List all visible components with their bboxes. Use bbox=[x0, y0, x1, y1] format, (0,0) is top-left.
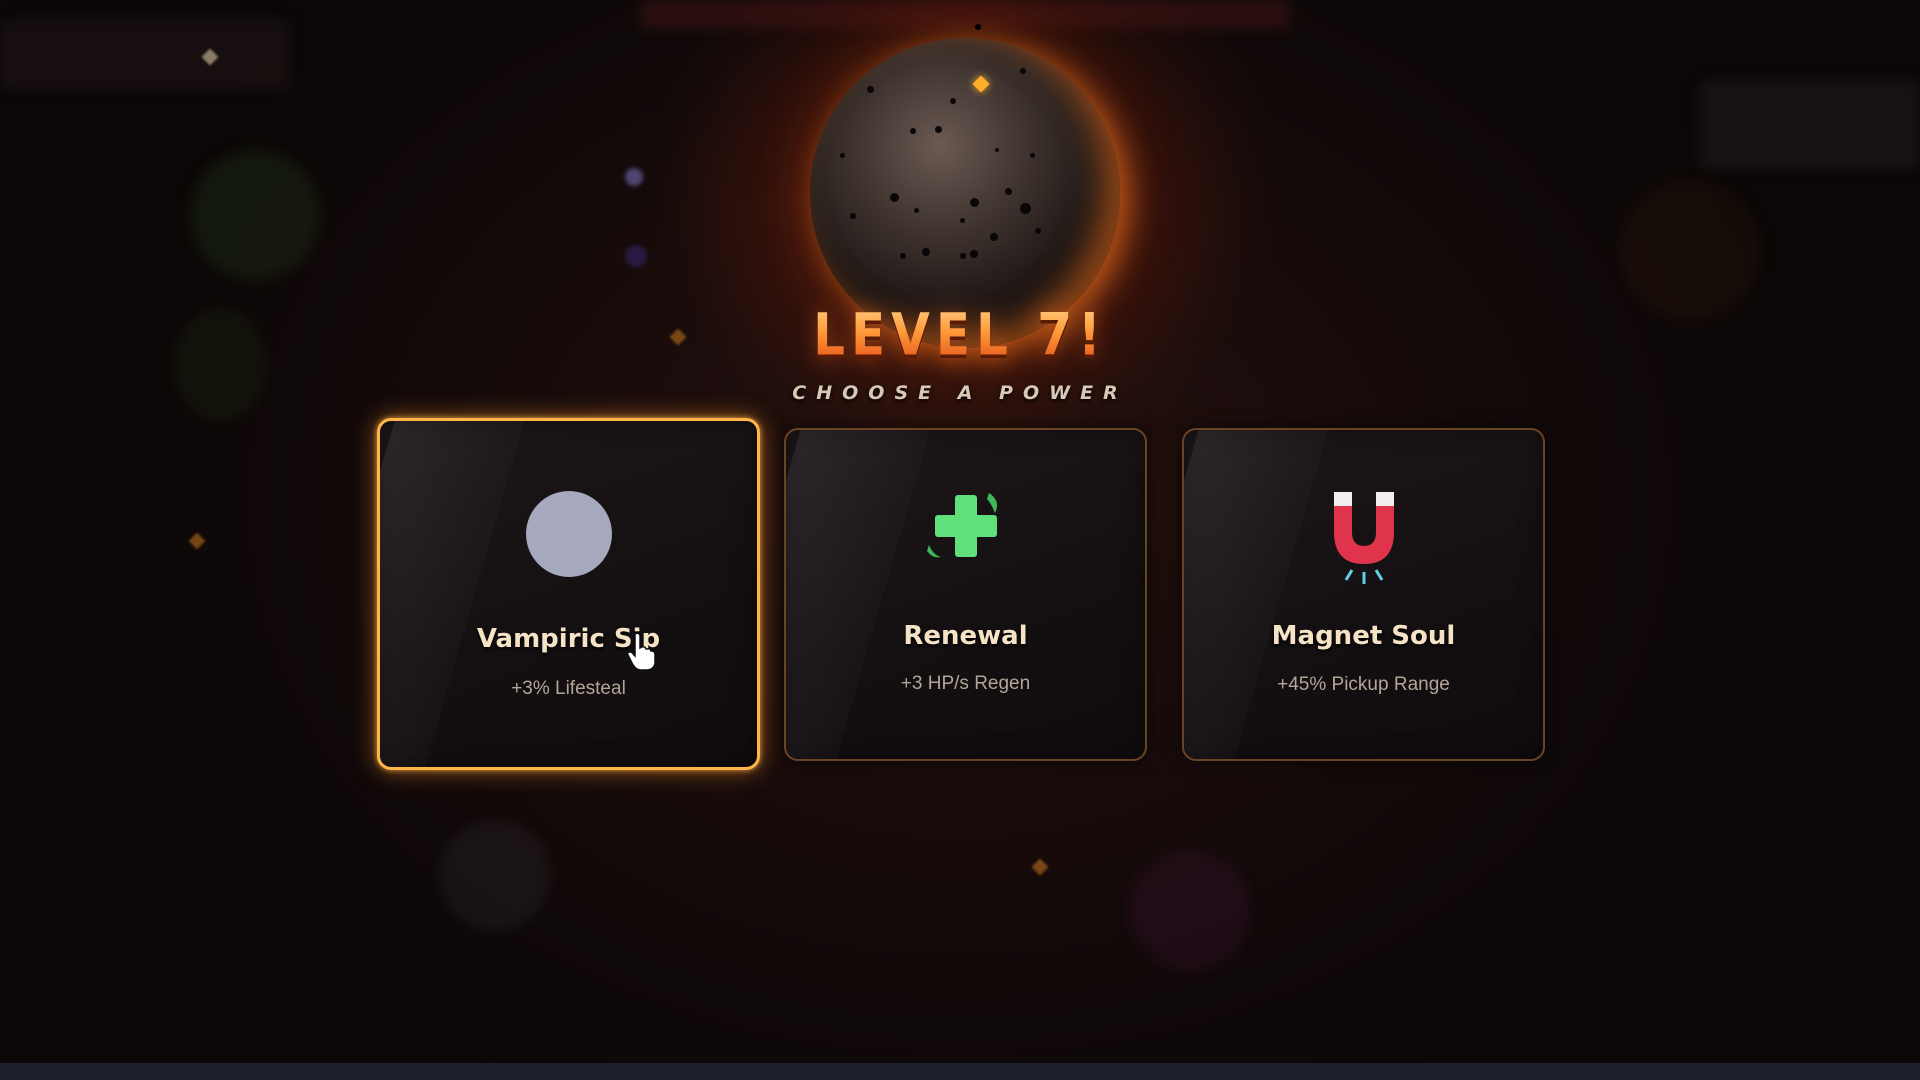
background-orb bbox=[625, 245, 647, 267]
ember-particle bbox=[188, 532, 206, 550]
background-hud-blur bbox=[0, 20, 290, 90]
power-description: +45% Pickup Range bbox=[1277, 674, 1450, 695]
background-enemy-blob bbox=[440, 820, 550, 930]
magnet-icon bbox=[1333, 492, 1394, 584]
level-up-title: LEVEL 7! bbox=[0, 302, 1920, 369]
power-description: +3 HP/s Regen bbox=[900, 673, 1031, 694]
gray-circle-icon bbox=[525, 491, 612, 577]
power-icon bbox=[380, 489, 757, 579]
power-name: Vampiric Sip bbox=[476, 624, 661, 654]
moon-spire bbox=[975, 24, 981, 30]
power-icon bbox=[1184, 486, 1543, 586]
power-name: Magnet Soul bbox=[1271, 621, 1456, 651]
power-card-vampiric-sip[interactable]: Vampiric Sip +3% Lifesteal bbox=[377, 418, 760, 770]
background-portal bbox=[1130, 850, 1250, 970]
choose-power-subtitle: CHOOSE A POWER bbox=[792, 382, 1128, 404]
background-enemy-blob bbox=[190, 150, 320, 280]
green-cross-icon bbox=[926, 493, 997, 558]
bottom-hud-bar bbox=[0, 1063, 1920, 1080]
power-card-renewal[interactable]: Renewal +3 HP/s Regen bbox=[784, 428, 1147, 761]
background-orb bbox=[625, 168, 643, 186]
power-icon bbox=[786, 482, 1145, 572]
game-stage: LEVEL 7! CHOOSE A POWER Vampiric Sip +3%… bbox=[0, 0, 1920, 1080]
power-description: +3% Lifesteal bbox=[511, 678, 626, 699]
background-hud-blur bbox=[1700, 80, 1920, 170]
power-name: Renewal bbox=[903, 621, 1028, 651]
background-glow bbox=[1620, 180, 1760, 320]
power-card-magnet-soul[interactable]: Magnet Soul +45% Pickup Range bbox=[1182, 428, 1545, 761]
hand-cursor-icon bbox=[627, 632, 656, 671]
ember-particle bbox=[1031, 858, 1049, 876]
